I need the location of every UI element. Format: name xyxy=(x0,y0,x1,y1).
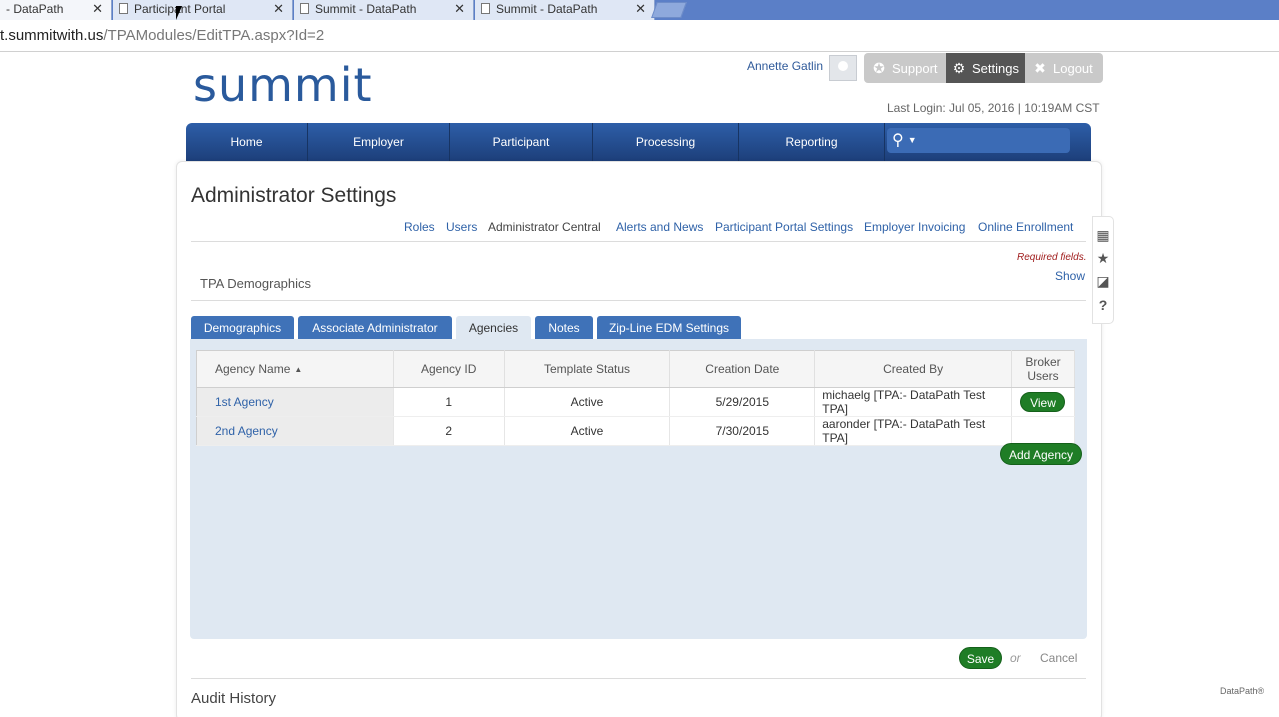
agencies-table: Agency Name ▲ Agency ID Template Status C… xyxy=(196,350,1076,446)
agency-id-cell: 2 xyxy=(393,416,505,446)
avatar[interactable] xyxy=(829,55,857,81)
star-icon[interactable]: ★ xyxy=(1093,250,1113,267)
sort-ascending-icon: ▲ xyxy=(294,365,303,374)
gear-icon: ⚙ xyxy=(952,60,966,76)
column-header-broker-users: Broker Users xyxy=(1011,350,1076,388)
page-icon xyxy=(119,3,128,14)
top-button-group: ✪ Support ⚙ Settings ✖ Logout xyxy=(864,53,1103,83)
close-icon: ✖ xyxy=(1034,60,1046,76)
lifebuoy-icon: ✪ xyxy=(873,60,885,76)
browser-tab-datapath[interactable]: - DataPath ✕ xyxy=(0,0,112,20)
divider xyxy=(191,300,1086,301)
side-toolbar: ▦ ★ ◪ ? xyxy=(1092,216,1114,324)
subnav-participant-portal-settings[interactable]: Participant Portal Settings xyxy=(715,220,853,234)
nav-item-employer[interactable]: Employer xyxy=(308,123,450,161)
creation-date-cell: 5/29/2015 xyxy=(669,387,816,417)
help-icon[interactable]: ? xyxy=(1093,297,1113,313)
url-text: t.summitwith.us/TPAModules/EditTPA.aspx?… xyxy=(0,27,324,44)
summit-logo[interactable]: summit xyxy=(193,58,373,112)
table-header-row: Agency Name ▲ Agency ID Template Status C… xyxy=(196,350,1076,388)
column-label: Agency Name xyxy=(215,362,291,376)
or-text: or xyxy=(1010,651,1021,665)
browser-tab-participant-portal[interactable]: Participant Portal ✕ xyxy=(113,0,293,20)
column-header-agency-id[interactable]: Agency ID xyxy=(393,350,505,388)
support-label: Support xyxy=(892,61,938,76)
audit-history-title[interactable]: Audit History xyxy=(191,690,276,707)
browser-tab-summit-1[interactable]: Summit - DataPath ✕ xyxy=(294,0,474,20)
add-agency-button[interactable]: Add Agency xyxy=(1000,443,1082,465)
tab-associate-administrator[interactable]: Associate Administrator xyxy=(298,316,452,340)
subnav-online-enrollment[interactable]: Online Enrollment xyxy=(978,220,1073,234)
close-icon[interactable]: ✕ xyxy=(454,1,465,17)
mouse-cursor-icon xyxy=(176,6,188,20)
browser-tab-strip: - DataPath ✕ Participant Portal ✕ Summit… xyxy=(0,0,1279,20)
tab-zip-line-edm-settings[interactable]: Zip-Line EDM Settings xyxy=(597,316,741,340)
logout-button[interactable]: ✖ Logout xyxy=(1025,53,1103,83)
url-host: t.summitwith.us xyxy=(0,27,104,44)
footer-brand-text: DataPath xyxy=(1220,686,1258,696)
logout-label: Logout xyxy=(1053,61,1093,76)
template-status-cell: Active xyxy=(504,416,671,446)
view-button[interactable]: View xyxy=(1020,392,1066,412)
new-tab-button[interactable] xyxy=(651,2,687,18)
template-status-cell: Active xyxy=(504,387,671,417)
required-fields-note: Required fields. xyxy=(1017,252,1087,263)
search-icon: ⚲ xyxy=(892,132,904,149)
puzzle-icon[interactable]: ◪ xyxy=(1093,273,1113,290)
tab-title: Summit - DataPath xyxy=(315,2,417,16)
agency-name-link[interactable]: 1st Agency xyxy=(196,387,394,417)
nav-item-reporting[interactable]: Reporting xyxy=(739,123,885,161)
divider xyxy=(191,241,1086,242)
last-login-text: Last Login: Jul 05, 2016 | 10:19AM CST xyxy=(887,101,1100,115)
close-icon[interactable]: ✕ xyxy=(273,1,284,17)
broker-users-cell xyxy=(1011,416,1076,446)
creation-date-cell: 7/30/2015 xyxy=(669,416,816,446)
column-header-template-status[interactable]: Template Status xyxy=(504,350,671,388)
broker-users-cell: View xyxy=(1011,387,1076,417)
nav-item-home[interactable]: Home xyxy=(186,123,308,161)
column-header-agency-name[interactable]: Agency Name ▲ xyxy=(196,350,394,388)
save-button[interactable]: Save xyxy=(959,647,1002,669)
column-header-creation-date[interactable]: Creation Date xyxy=(669,350,816,388)
subnav-employer-invoicing[interactable]: Employer Invoicing xyxy=(864,220,965,234)
settings-button[interactable]: ⚙ Settings xyxy=(946,53,1025,83)
tab-title: - DataPath xyxy=(6,2,64,16)
close-icon[interactable]: ✕ xyxy=(635,1,646,17)
section-title: TPA Demographics xyxy=(200,276,312,291)
page-icon xyxy=(300,3,309,14)
subnav-roles[interactable]: Roles xyxy=(404,220,435,234)
subnav-administrator-central[interactable]: Administrator Central xyxy=(488,220,601,234)
close-icon[interactable]: ✕ xyxy=(92,1,103,17)
browser-tab-summit-2[interactable]: Summit - DataPath ✕ xyxy=(475,0,655,20)
address-bar[interactable]: t.summitwith.us/TPAModules/EditTPA.aspx?… xyxy=(0,20,1279,52)
datapath-logo: DataPath® xyxy=(1220,686,1265,696)
agency-id-cell: 1 xyxy=(393,387,505,417)
tab-notes[interactable]: Notes xyxy=(535,316,593,340)
calendar-icon[interactable]: ▦ xyxy=(1093,227,1113,244)
table-row: 2nd Agency 2 Active 7/30/2015 aaronder [… xyxy=(196,416,1076,446)
chevron-down-icon: ▼ xyxy=(907,135,917,145)
table-row: 1st Agency 1 Active 5/29/2015 michaelg [… xyxy=(196,387,1076,417)
created-by-cell: michaelg [TPA:- DataPath Test TPA] xyxy=(814,387,1012,417)
show-link[interactable]: Show xyxy=(1055,269,1085,283)
url-path: /TPAModules/EditTPA.aspx?Id=2 xyxy=(103,27,325,44)
tab-title: Summit - DataPath xyxy=(496,2,598,16)
divider xyxy=(191,678,1086,679)
tab-demographics[interactable]: Demographics xyxy=(191,316,294,340)
cancel-link[interactable]: Cancel xyxy=(1040,651,1077,665)
created-by-cell: aaronder [TPA:- DataPath Test TPA] xyxy=(814,416,1012,446)
support-button[interactable]: ✪ Support xyxy=(864,53,946,83)
subnav-alerts-and-news[interactable]: Alerts and News xyxy=(616,220,703,234)
tab-agencies[interactable]: Agencies xyxy=(456,316,531,341)
column-header-created-by[interactable]: Created By xyxy=(814,350,1012,388)
nav-item-participant[interactable]: Participant xyxy=(450,123,593,161)
page-icon xyxy=(481,3,490,14)
page-title: Administrator Settings xyxy=(191,184,397,207)
user-name: Annette Gatlin xyxy=(747,59,824,73)
nav-item-processing[interactable]: Processing xyxy=(593,123,739,161)
agency-name-link[interactable]: 2nd Agency xyxy=(196,416,394,446)
nav-search[interactable]: ⚲ ▼ xyxy=(887,128,1070,153)
subnav-users[interactable]: Users xyxy=(446,220,477,234)
settings-label: Settings xyxy=(972,61,1019,76)
